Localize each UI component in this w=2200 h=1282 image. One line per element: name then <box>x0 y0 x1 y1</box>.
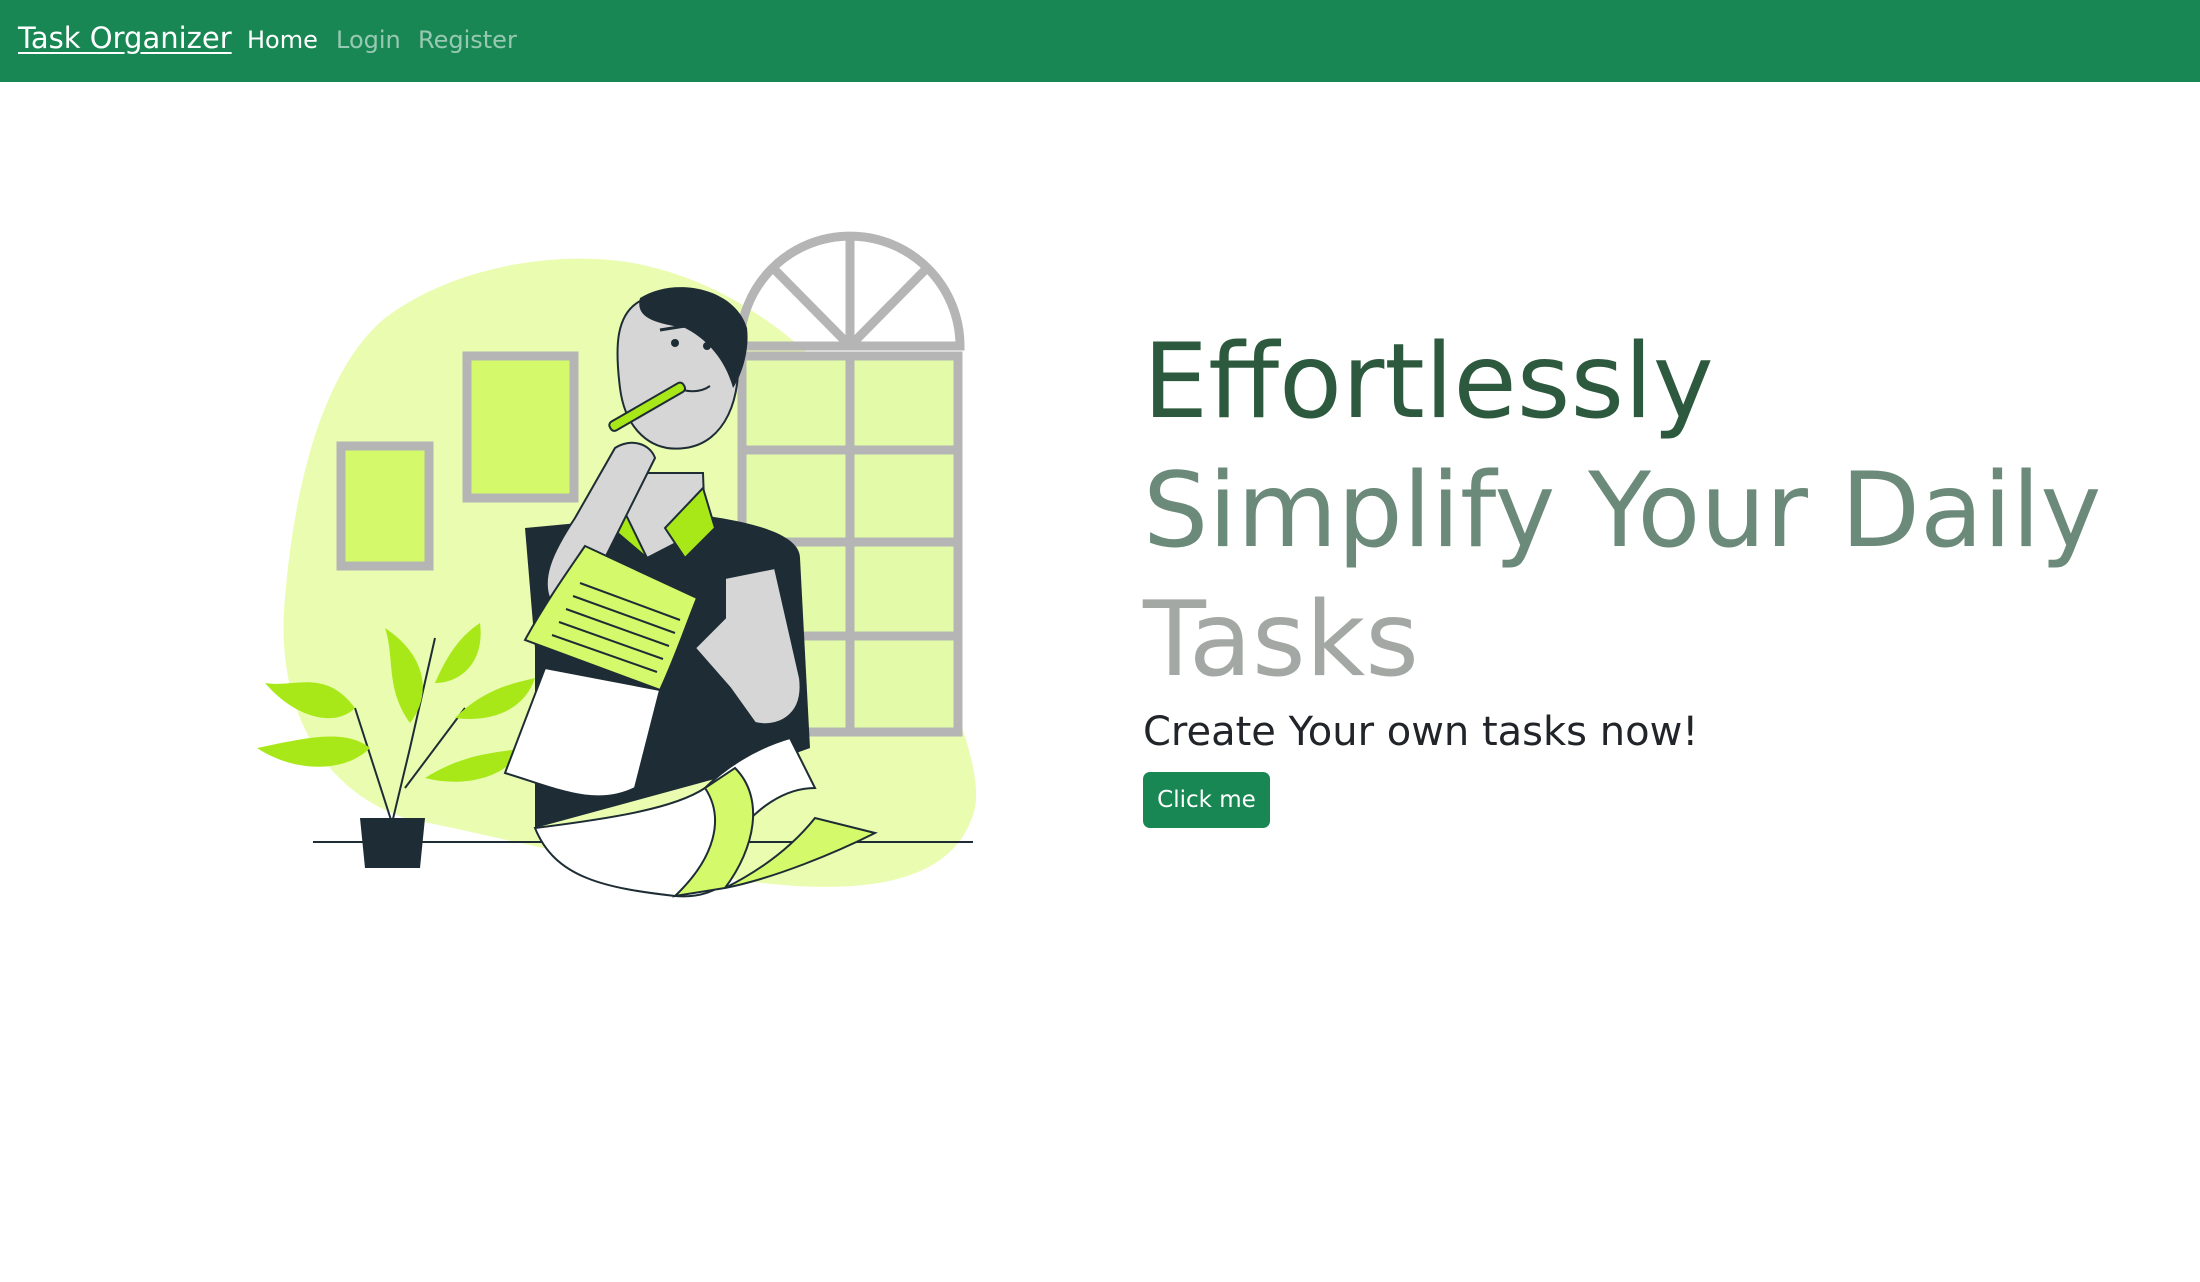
picture-frame <box>462 351 579 503</box>
click-me-button[interactable]: Click me <box>1143 772 1270 828</box>
brand-link[interactable]: Task Organizer <box>18 21 232 55</box>
picture-frame <box>336 441 434 571</box>
hero-subheading: Create Your own tasks now! <box>1143 709 1699 755</box>
hero-heading: Effortlessly Simplify Your Daily Tasks <box>1143 318 2183 705</box>
heading-line-1: Effortlessly <box>1143 322 1714 442</box>
heading-line-3: Tasks <box>1143 580 1419 700</box>
nav-login-link[interactable]: Login <box>336 26 401 54</box>
nav-home-link[interactable]: Home <box>247 26 318 54</box>
nav-register-link[interactable]: Register <box>418 26 517 54</box>
heading-line-2: Simplify Your Daily <box>1143 451 2102 571</box>
hero-illustration <box>255 228 995 908</box>
top-navbar: Task Organizer Home Login Register <box>0 0 2200 82</box>
